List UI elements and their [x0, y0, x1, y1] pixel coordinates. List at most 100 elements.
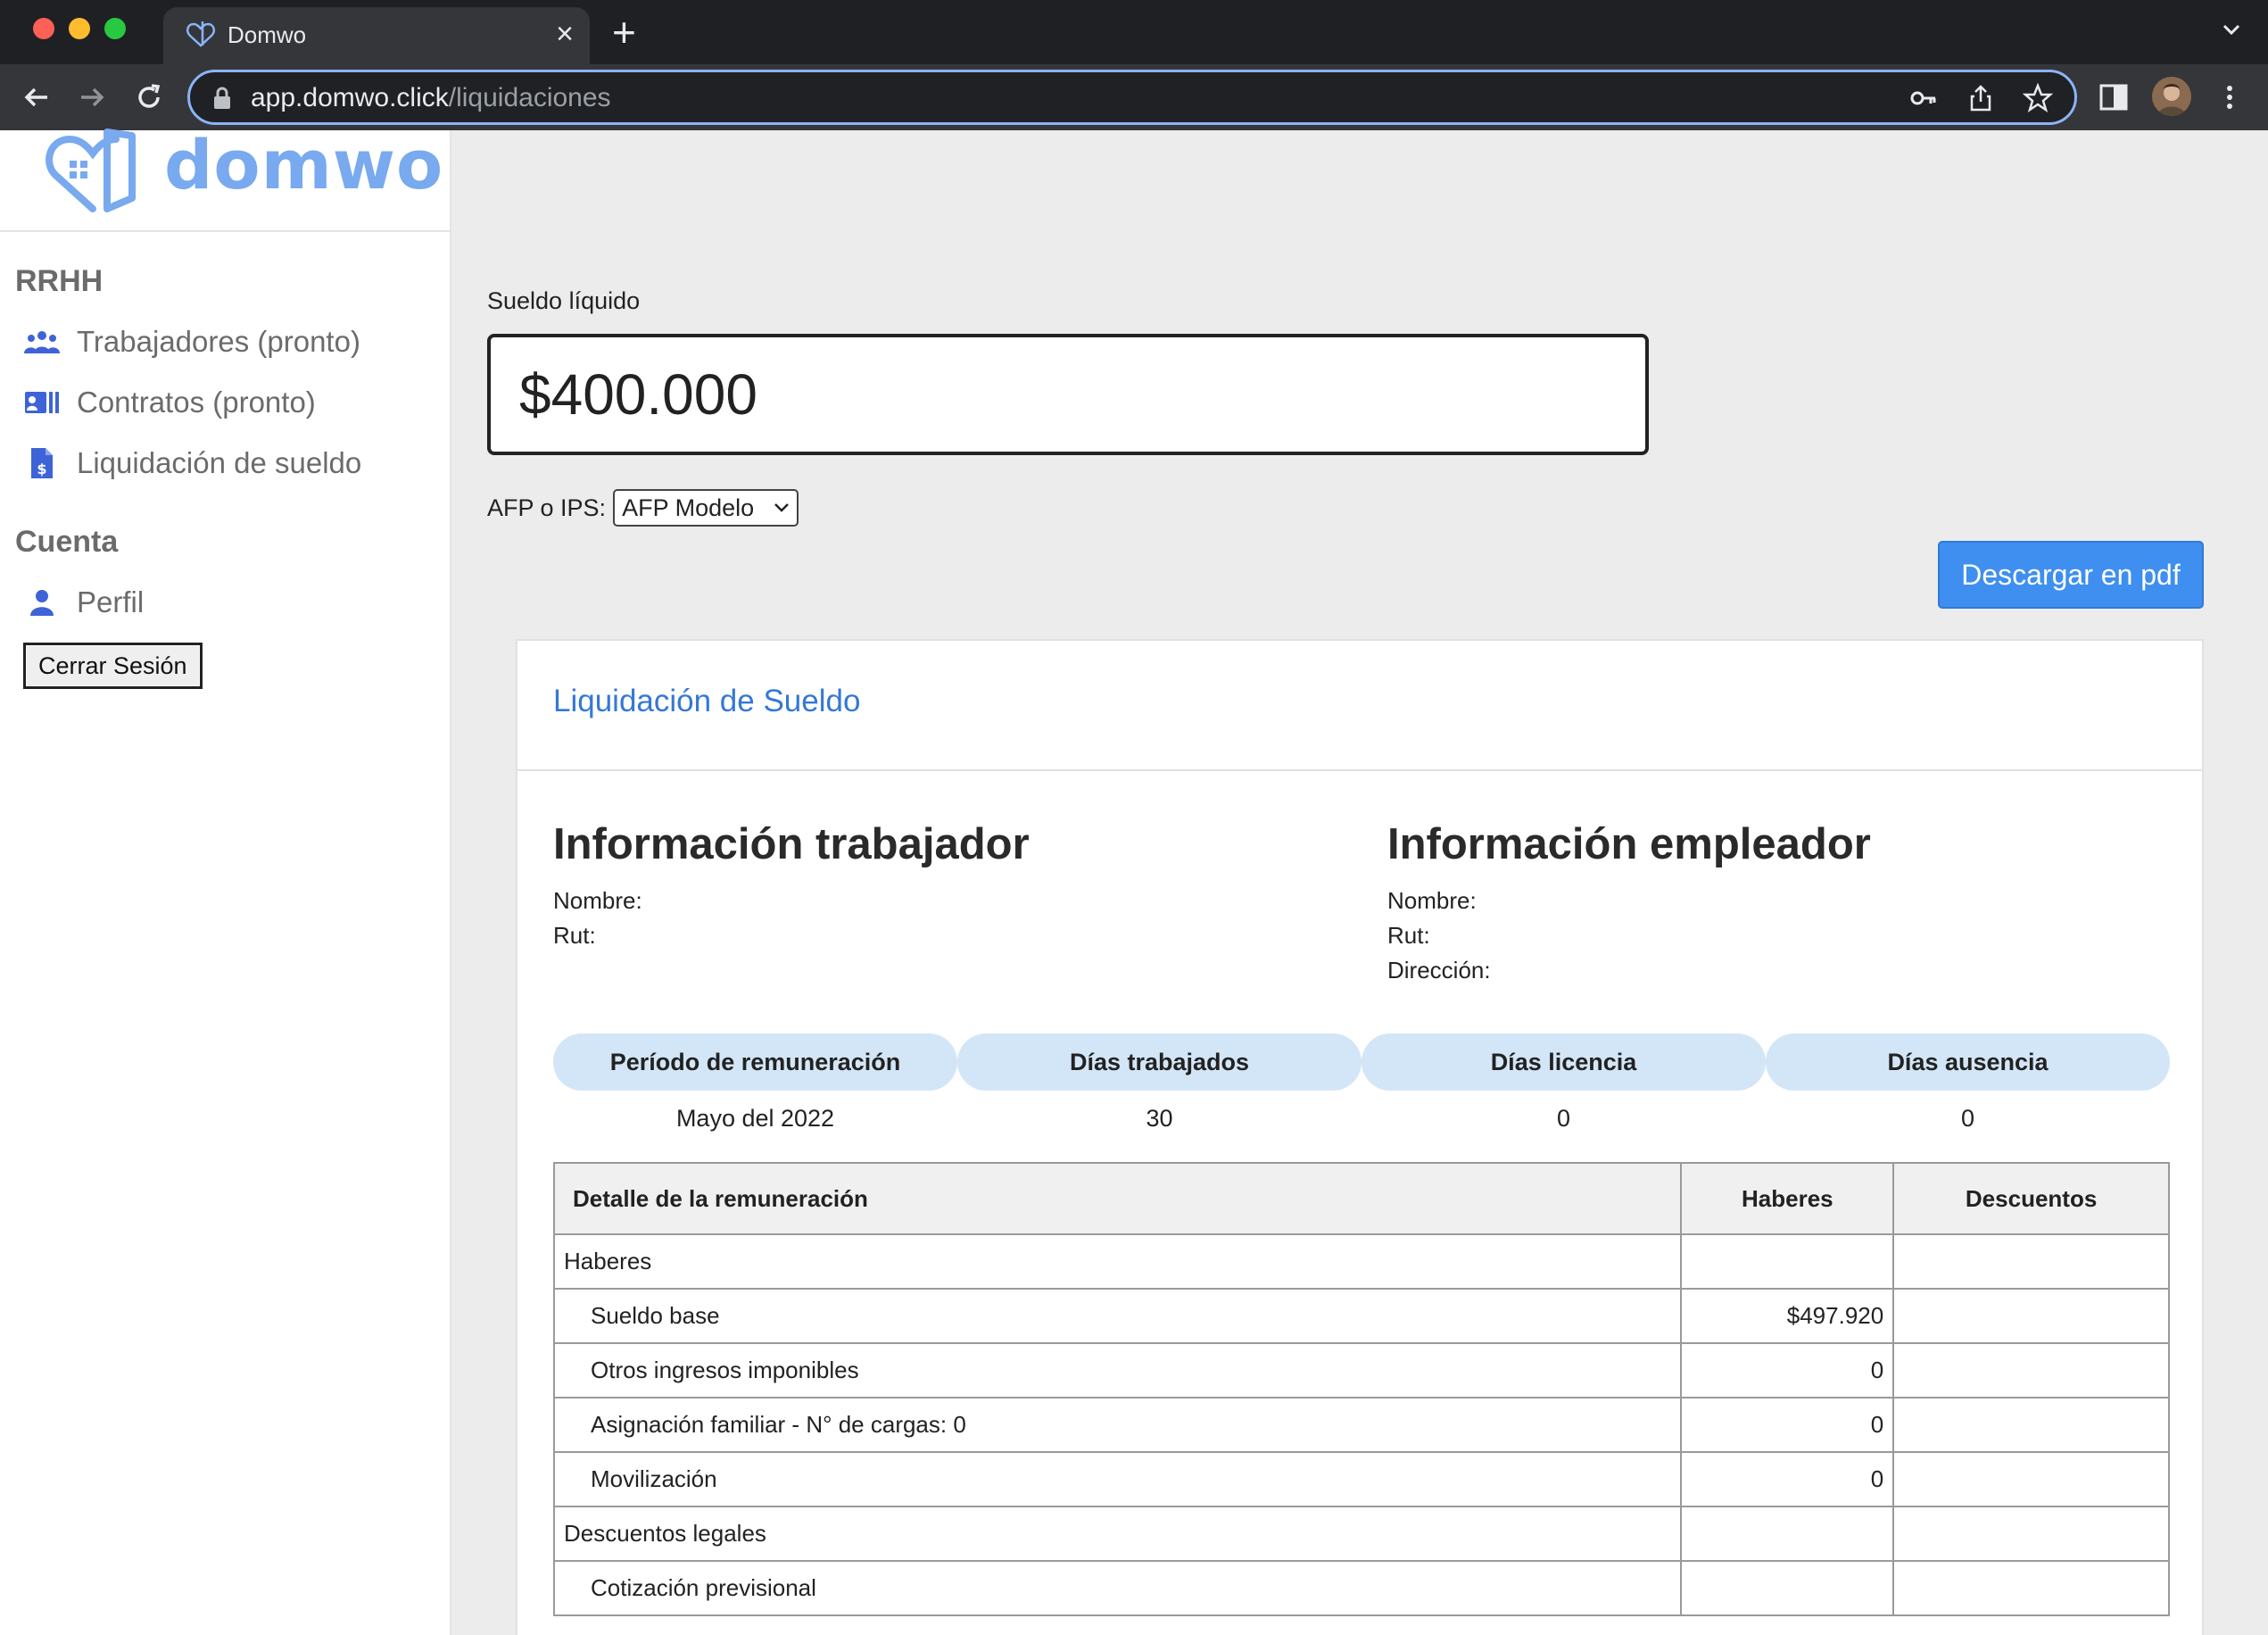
card-header: Liquidación de Sueldo	[517, 641, 2202, 771]
table-row: Otros ingresos imponibles 0	[552, 1342, 2170, 1398]
summary-value: 0	[1556, 1105, 1571, 1132]
summary-header: Días licencia	[1362, 1033, 1766, 1091]
row-label: Cotización previsional	[552, 1560, 1683, 1616]
sidebar-item-label: Perfil	[77, 585, 145, 618]
afp-select[interactable]: AFP Modelo	[613, 489, 799, 527]
row-haberes: 0	[1680, 1342, 1895, 1398]
key-icon[interactable]	[1908, 83, 1939, 113]
close-window-button[interactable]	[33, 18, 54, 39]
browser-tab-bar: Domwo × +	[0, 0, 2268, 64]
afp-row: AFP o IPS: AFP Modelo	[487, 489, 799, 527]
users-icon	[23, 323, 61, 361]
reload-icon[interactable]	[128, 77, 170, 118]
logout-button[interactable]: Cerrar Sesión	[23, 643, 203, 689]
logo[interactable]: domwo	[0, 125, 451, 232]
svg-text:$: $	[37, 461, 46, 477]
main-content: Sueldo líquido AFP o IPS: AFP Modelo Des…	[453, 130, 2268, 1635]
bookmark-star-icon[interactable]	[2023, 83, 2053, 113]
table-row: Haberes	[552, 1233, 2170, 1290]
row-haberes: 0	[1680, 1397, 1895, 1453]
sueldo-label: Sueldo líquido	[487, 287, 641, 314]
row-descuentos	[1892, 1397, 2170, 1453]
row-descuentos	[1892, 1451, 2170, 1507]
browser-tab[interactable]: Domwo ×	[163, 7, 590, 64]
row-haberes	[1680, 1506, 1895, 1562]
row-haberes: 0	[1680, 1451, 1895, 1507]
row-label: Movilización	[552, 1451, 1683, 1507]
table-row: Asignación familiar - N° de cargas: 0 0	[552, 1397, 2170, 1453]
section-title-rrhh: RRHH	[15, 264, 103, 298]
browser-toolbar: app.domwo.click/liquidaciones	[0, 64, 2268, 130]
summary-header: Días ausencia	[1766, 1033, 2170, 1091]
sidebar-item-trabajadores[interactable]: Trabajadores (pronto)	[23, 320, 360, 364]
row-descuentos	[1892, 1233, 2170, 1290]
detail-table: Detalle de la remuneración Haberes Descu…	[552, 1162, 2170, 1616]
chevron-down-icon	[774, 503, 789, 512]
sidebar-item-liquidacion[interactable]: $ Liquidación de sueldo	[23, 441, 361, 486]
table-row: Movilización 0	[552, 1451, 2170, 1507]
address-bar[interactable]: app.domwo.click/liquidaciones	[187, 70, 2077, 125]
logo-text: domwo	[164, 125, 444, 204]
summary-value: Mayo del 2022	[675, 1105, 835, 1132]
column-header: Haberes	[1680, 1162, 1895, 1235]
domwo-logo-icon	[46, 129, 136, 212]
worker-info-heading: Información trabajador	[553, 820, 1030, 868]
row-label: Otros ingresos imponibles	[552, 1342, 1683, 1398]
row-haberes: $497.920	[1680, 1288, 1895, 1344]
column-header: Descuentos	[1892, 1162, 2170, 1235]
sidebar-item-perfil[interactable]: Perfil	[23, 580, 144, 625]
tab-title: Domwo	[228, 21, 307, 48]
share-icon[interactable]	[1966, 83, 1996, 113]
row-descuentos	[1892, 1506, 2170, 1562]
table-row: Cotización previsional	[552, 1560, 2170, 1616]
row-haberes	[1680, 1560, 1895, 1616]
employer-name-label: Nombre:	[1387, 887, 1477, 914]
user-icon	[23, 584, 61, 621]
row-label: Descuentos legales	[552, 1506, 1683, 1562]
summary-header: Período de remuneración	[553, 1033, 957, 1091]
minimize-window-button[interactable]	[69, 18, 90, 39]
employer-address-label: Dirección:	[1387, 957, 1491, 983]
close-tab-icon[interactable]: ×	[556, 16, 574, 52]
summary-header: Días trabajados	[957, 1033, 1362, 1091]
row-label: Haberes	[552, 1233, 1683, 1290]
row-label: Sueldo base	[552, 1288, 1683, 1344]
profile-avatar[interactable]	[2152, 77, 2191, 116]
row-descuentos	[1892, 1560, 2170, 1616]
url-text: app.domwo.click/liquidaciones	[251, 83, 611, 112]
back-icon[interactable]	[16, 77, 57, 118]
table-row: Descuentos legales	[552, 1506, 2170, 1562]
sidebar-item-contratos[interactable]: Contratos (pronto)	[23, 380, 316, 425]
download-pdf-button[interactable]: Descargar en pdf	[1938, 541, 2204, 609]
sidebar-item-label: Liquidación de sueldo	[77, 446, 362, 479]
invoice-dollar-icon: $	[23, 444, 61, 482]
row-label: Asignación familiar - N° de cargas: 0	[552, 1397, 1683, 1453]
liquidacion-card: Liquidación de Sueldo Información trabaj…	[516, 639, 2204, 1635]
row-descuentos	[1892, 1288, 2170, 1344]
summary-header-row: Período de remuneración Días trabajados …	[553, 1033, 2170, 1091]
app-root: domwo RRHH Trabajadores (pronto) Contrat…	[0, 125, 2268, 1635]
new-tab-icon[interactable]: +	[612, 9, 636, 55]
section-title-cuenta: Cuenta	[15, 525, 119, 559]
table-row: Sueldo base $497.920	[552, 1288, 2170, 1344]
employer-info-heading: Información empleador	[1387, 820, 1871, 868]
afp-selected-value: AFP Modelo	[622, 494, 755, 521]
employer-rut-label: Rut:	[1387, 922, 1430, 949]
sidebar-item-label: Trabajadores (pronto)	[77, 325, 360, 358]
more-vert-icon[interactable]	[2213, 80, 2247, 114]
worker-rut-label: Rut:	[553, 922, 596, 949]
maximize-window-button[interactable]	[104, 18, 126, 39]
table-header-row: Detalle de la remuneración Haberes Descu…	[552, 1162, 2170, 1235]
summary-value-row: Mayo del 2022 30 0 0	[553, 1105, 2170, 1133]
chevron-down-icon[interactable]	[2220, 18, 2243, 41]
sueldo-input[interactable]	[487, 334, 1649, 455]
lock-icon	[214, 87, 230, 109]
row-descuentos	[1892, 1342, 2170, 1398]
column-header: Detalle de la remuneración	[552, 1162, 1683, 1235]
contract-card-icon	[23, 384, 61, 421]
sidebar-item-label: Contratos (pronto)	[77, 386, 316, 419]
forward-icon[interactable]	[71, 77, 112, 118]
card-title: Liquidación de Sueldo	[553, 684, 861, 718]
side-panel-icon[interactable]	[2097, 80, 2131, 114]
domwo-favicon-icon	[186, 21, 216, 47]
